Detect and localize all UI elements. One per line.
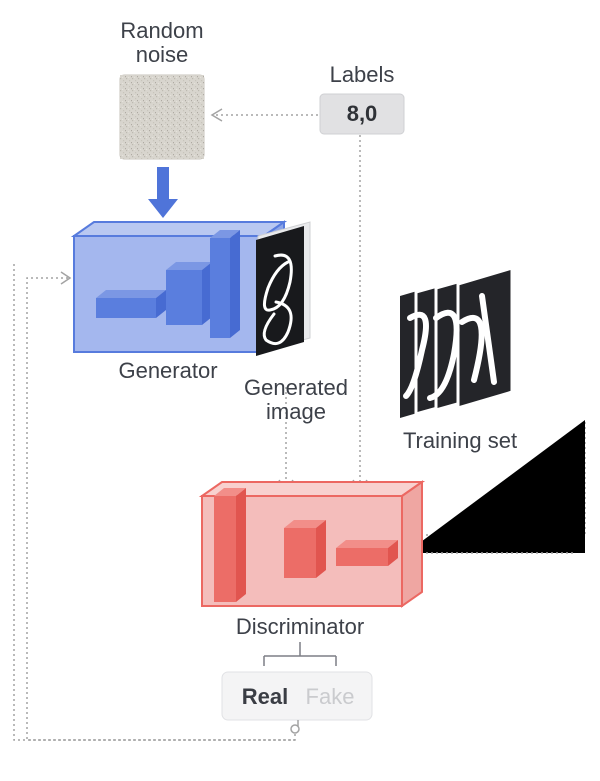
generated-image [256, 222, 310, 356]
noise-speckle [120, 75, 204, 159]
random-noise-label: Random [120, 18, 203, 43]
fake-label: Fake [306, 684, 355, 709]
arrow-noise-to-generator [148, 167, 178, 218]
labels-value: 8,0 [347, 101, 378, 126]
training-set [400, 268, 512, 418]
discriminator-label: Discriminator [236, 614, 364, 639]
real-label: Real [242, 684, 288, 709]
discriminator-box [202, 482, 422, 606]
generator-box [74, 222, 284, 352]
generated-image-label1: Generated [244, 375, 348, 400]
generator-label: Generator [118, 358, 217, 383]
labels-title: Labels [330, 62, 395, 87]
random-noise-label2: noise [136, 42, 189, 67]
feedback-junction [291, 725, 299, 733]
generated-image-label2: image [266, 399, 326, 424]
bracket-icon [264, 642, 336, 666]
cgan-architecture-diagram: Random noise Labels 8,0 [0, 0, 600, 781]
training-set-label: Training set [403, 428, 517, 453]
